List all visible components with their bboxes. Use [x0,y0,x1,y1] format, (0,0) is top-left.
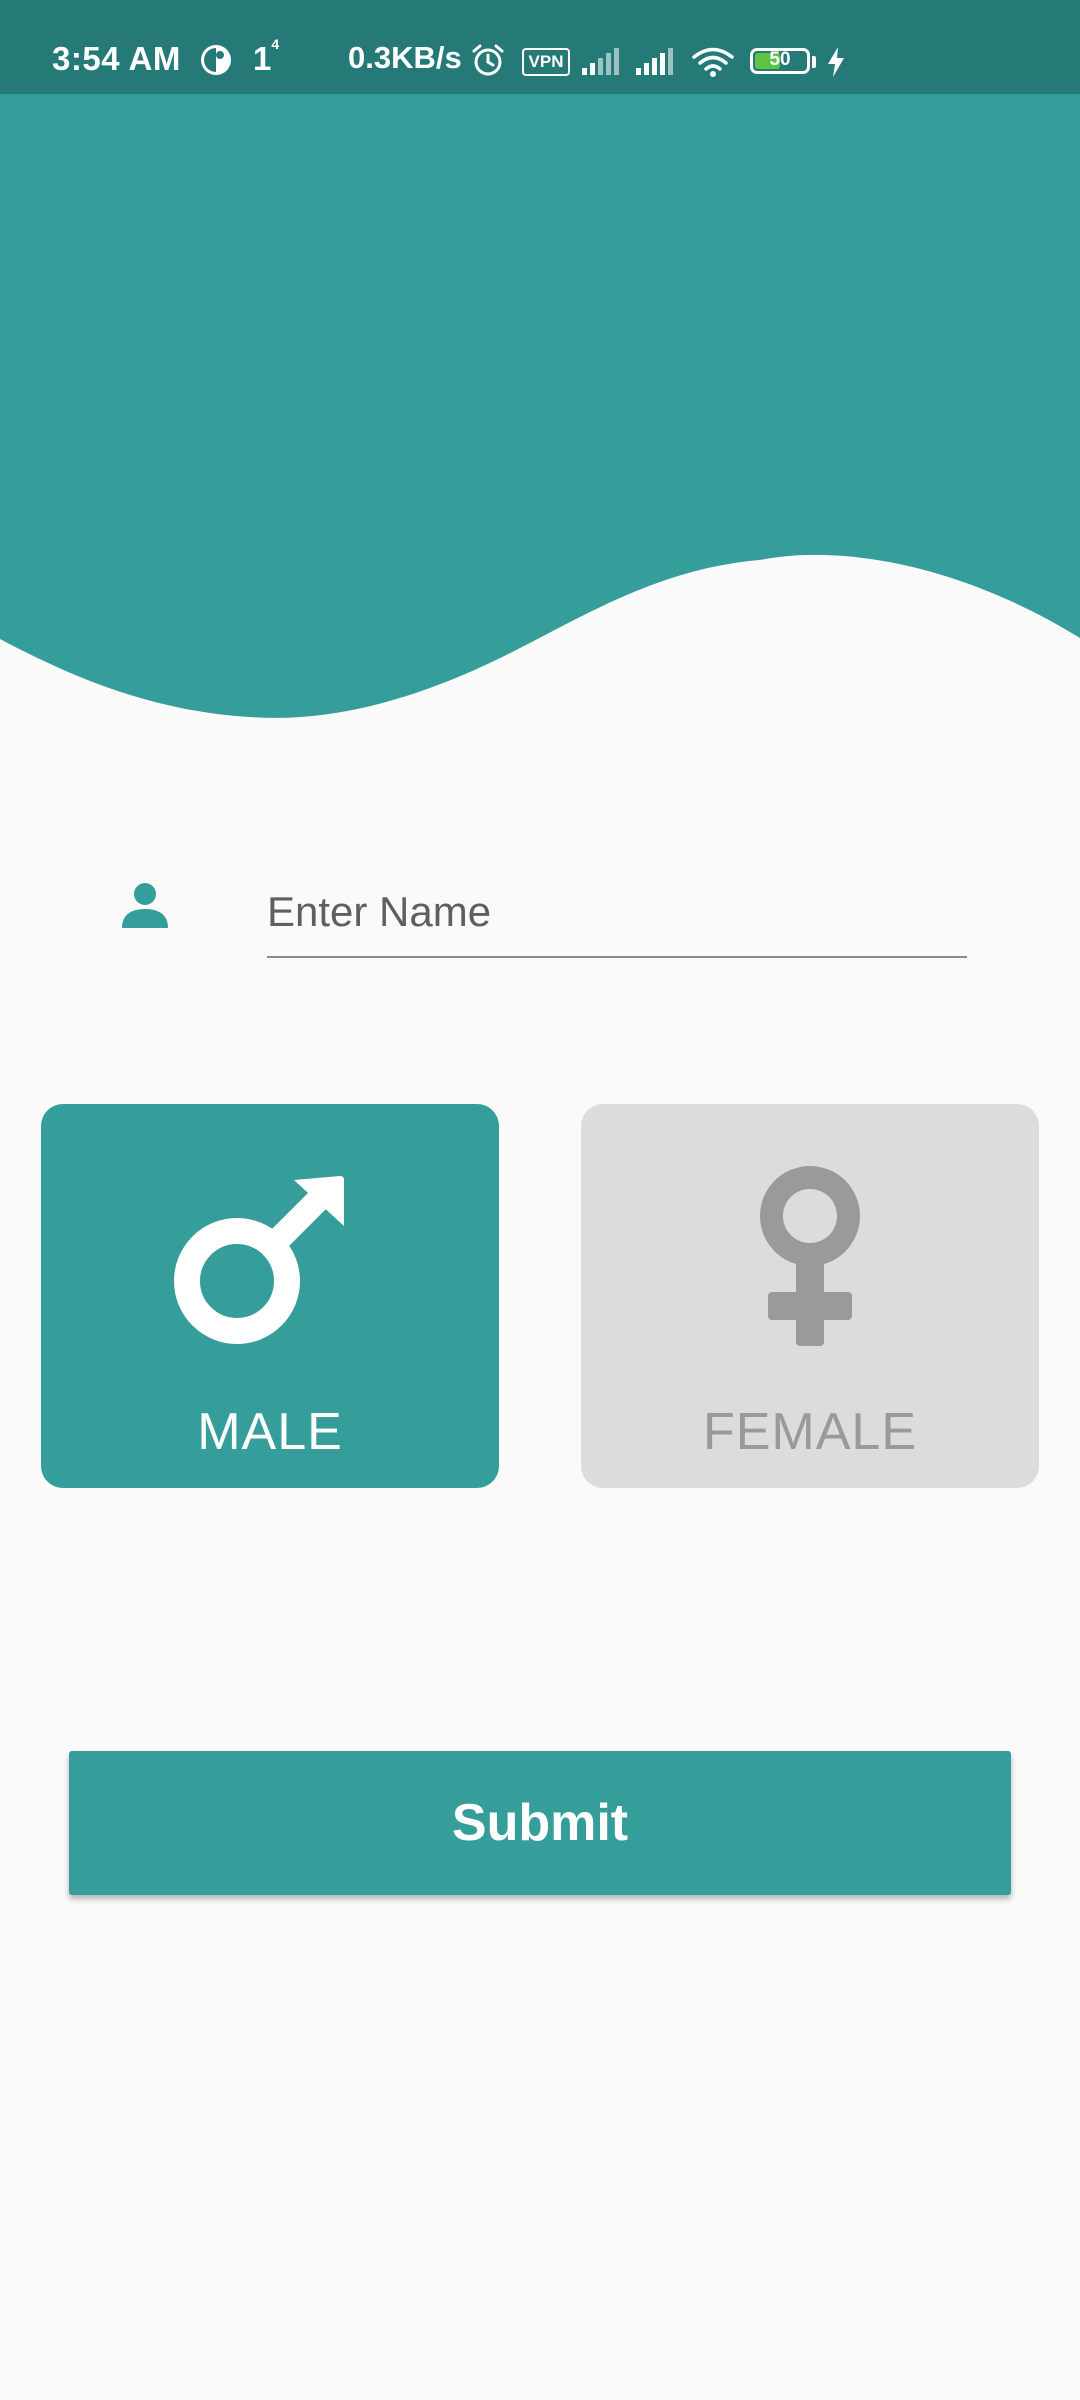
battery-level: 50 [769,49,791,70]
battery-icon: 50 [750,48,810,74]
male-icon [174,1176,344,1344]
gender-form-screen: 3:54 AM 14 0.3KB/s VPN 50 Enter Name MAL… [0,0,1080,2400]
battery-tip [812,56,816,68]
name-field-row [0,850,1080,980]
female-symbol-wrap [581,1156,1039,1356]
wifi-icon [692,46,734,83]
vpn-icon: VPN [522,48,570,76]
data-saver-icon [198,42,234,83]
female-icon [760,1166,860,1346]
male-symbol-wrap [41,1156,499,1356]
network-speed: 0.3KB/s [348,40,462,75]
male-option-card[interactable]: MALE [41,1104,499,1488]
status-time: 3:54 AM [52,40,181,77]
name-input[interactable] [267,868,967,958]
male-label: MALE [197,1403,343,1461]
sim-indicator: 14 [253,36,279,78]
person-icon [120,880,170,930]
female-label: FEMALE [702,1403,918,1461]
charging-icon [826,46,846,83]
submit-button[interactable]: Submit [69,1751,1011,1895]
sim-indicator-number: 1 [253,40,272,77]
status-bar: 3:54 AM 14 0.3KB/s VPN 50 [0,0,1080,94]
signal-icon [580,48,622,81]
signal-icon [634,48,676,81]
alarm-icon [470,42,506,83]
header-wave [0,94,1080,718]
sim-indicator-superscript: 4 [271,36,280,52]
female-option-card[interactable]: FEMALE [581,1104,1039,1488]
